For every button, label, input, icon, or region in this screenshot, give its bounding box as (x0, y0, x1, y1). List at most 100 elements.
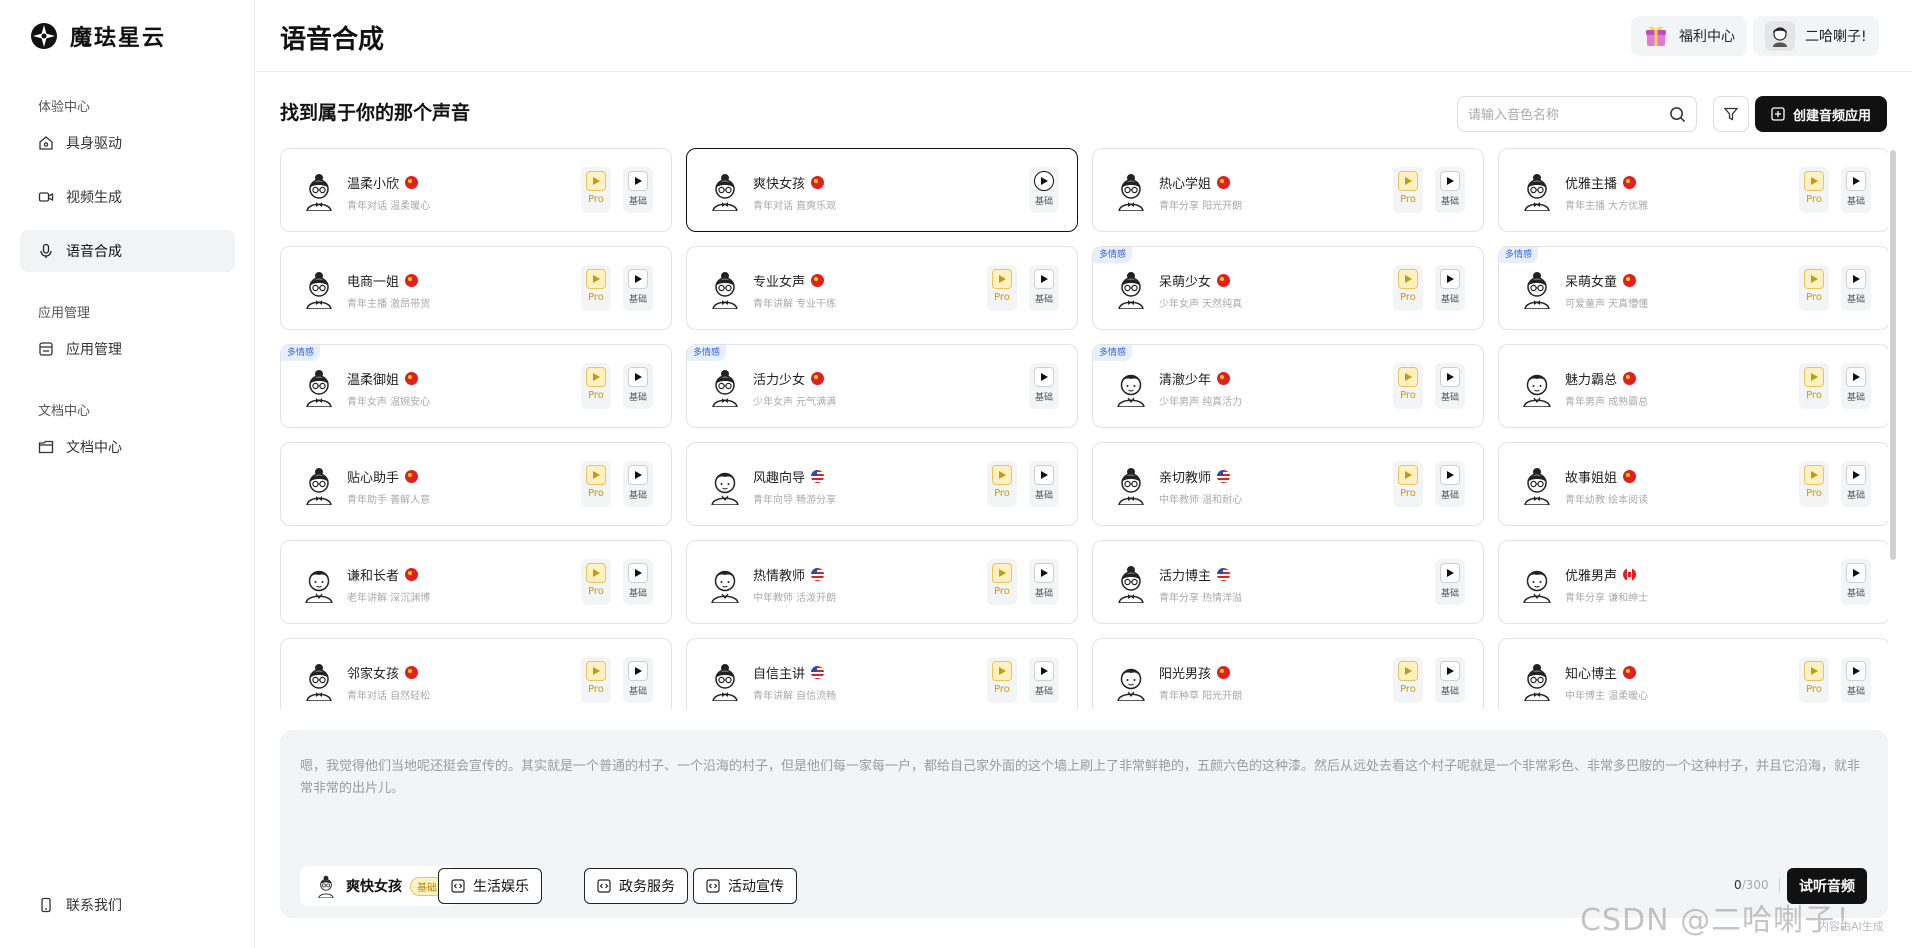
play-basic-button[interactable]: 基础 (623, 559, 653, 605)
play-basic-button[interactable]: 基础 (1029, 265, 1059, 311)
play-pro-button[interactable]: Pro (581, 657, 611, 703)
play-pro-button[interactable]: Pro (1393, 461, 1423, 507)
voice-card[interactable]: 热情教师 中年教师 活泼开朗 Pro 基础 (686, 540, 1078, 624)
play-pro-button[interactable]: Pro (1799, 265, 1829, 311)
play-pro-button[interactable]: Pro (1799, 363, 1829, 409)
play-basic-button[interactable]: 基础 (1841, 461, 1871, 507)
voice-card[interactable]: 亲切教师 中年教师 温和耐心 Pro 基础 (1092, 442, 1484, 526)
contact-us-label: 联系我们 (66, 898, 122, 914)
voice-card[interactable]: 专业女声 青年讲解 专业干练 Pro 基础 (686, 246, 1078, 330)
play-pro-button[interactable]: Pro (987, 265, 1017, 311)
scene-button-government[interactable]: 政务服务 (584, 868, 688, 904)
create-audio-app-button[interactable]: 创建音频应用 (1755, 96, 1887, 132)
play-basic-button[interactable]: 基础 (1029, 167, 1059, 213)
voice-card[interactable]: 多情感 温柔御姐 青年女声 温婉安心 Pro 基础 (280, 344, 672, 428)
play-pro-button[interactable]: Pro (581, 167, 611, 213)
play-pro-button[interactable]: Pro (987, 657, 1017, 703)
voice-card[interactable]: 阳光男孩 青年种草 阳光开朗 Pro 基础 (1092, 638, 1484, 710)
welfare-center-button[interactable]: 福利中心 (1631, 16, 1747, 56)
voice-card[interactable]: 活力博主 青年分享 热情洋溢 基础 (1092, 540, 1484, 624)
contact-us-link[interactable]: 联系我们 (38, 895, 122, 915)
play-basic-button[interactable]: 基础 (1435, 265, 1465, 311)
play-pro-button[interactable]: Pro (1393, 167, 1423, 213)
sidebar-item-video-generation[interactable]: 视频生成 (20, 176, 235, 218)
voice-grid-scroll[interactable]: 温柔小欣 青年对话 温柔暖心 Pro 基础 爽快女孩 青年对话 直爽乐观 基础 热心学姐 青年分… (280, 148, 1888, 710)
voice-grid-scrollbar[interactable] (1890, 150, 1896, 560)
play-basic-button[interactable]: 基础 (1841, 657, 1871, 703)
play-basic-button[interactable]: 基础 (1435, 461, 1465, 507)
user-profile-button[interactable]: 二哈喇子! (1753, 16, 1879, 56)
play-pro-button[interactable]: Pro (1799, 461, 1829, 507)
composer-text[interactable]: 嗯，我觉得他们当地呢还挺会宣传的。其实就是一个普通的村子、一个沿海的村子，但是他… (300, 756, 1870, 800)
play-basic-button[interactable]: 基础 (623, 461, 653, 507)
voice-card[interactable]: 谦和长者 老年讲解 深沉渊博 Pro 基础 (280, 540, 672, 624)
play-pro-button[interactable]: Pro (1799, 657, 1829, 703)
voice-card[interactable]: 多情感 呆萌女童 可爱童声 天真懵懂 Pro 基础 (1498, 246, 1888, 330)
voice-card[interactable]: 优雅男声 青年分享 谦和绅士 基础 (1498, 540, 1888, 624)
voice-name-row: 呆萌少女 (1159, 271, 1231, 290)
sidebar-item-embodied-drive[interactable]: 具身驱动 (20, 122, 235, 164)
voice-card[interactable]: 温柔小欣 青年对话 温柔暖心 Pro 基础 (280, 148, 672, 232)
search-icon[interactable] (1669, 106, 1686, 123)
text-composer[interactable]: 嗯，我觉得他们当地呢还挺会宣传的。其实就是一个普通的村子、一个沿海的村子，但是他… (280, 730, 1888, 918)
sidebar-item-speech-synthesis[interactable]: 语音合成 (20, 230, 235, 272)
voice-card[interactable]: 知心博主 中年博主 温柔暖心 Pro 基础 (1498, 638, 1888, 710)
play-basic-button[interactable]: 基础 (623, 657, 653, 703)
create-audio-app-label: 创建音频应用 (1792, 108, 1871, 124)
play-basic-button[interactable]: 基础 (1029, 559, 1059, 605)
play-basic-button[interactable]: 基础 (1841, 167, 1871, 213)
play-icon (628, 563, 648, 583)
selected-voice-chip[interactable]: 爽快女孩 基础 (300, 866, 458, 906)
voice-search-input[interactable] (1468, 104, 1663, 126)
play-pro-button[interactable]: Pro (1393, 265, 1423, 311)
play-basic-button[interactable]: 基础 (1435, 167, 1465, 213)
play-basic-button[interactable]: 基础 (1435, 559, 1465, 605)
play-basic-button[interactable]: 基础 (623, 265, 653, 311)
play-pro-button[interactable]: Pro (1799, 167, 1829, 213)
play-basic-button[interactable]: 基础 (1841, 265, 1871, 311)
brand[interactable]: 魔珐星云 (30, 20, 166, 52)
play-pro-button[interactable]: Pro (581, 265, 611, 311)
sidebar-item-docs-center[interactable]: 文档中心 (20, 426, 235, 468)
voice-card[interactable]: 多情感 清澈少年 少年男声 纯真活力 Pro 基础 (1092, 344, 1484, 428)
play-pro-button[interactable]: Pro (1393, 363, 1423, 409)
voice-card[interactable]: 风趣向导 青年向导 畅游分享 Pro 基础 (686, 442, 1078, 526)
female-avatar-icon (1524, 664, 1550, 701)
play-icon (1846, 465, 1866, 485)
play-basic-button[interactable]: 基础 (1435, 657, 1465, 703)
play-icon (992, 465, 1012, 485)
play-pro-button[interactable]: Pro (987, 461, 1017, 507)
voice-name-row: 电商一姐 (347, 271, 419, 290)
play-basic-button[interactable]: 基础 (623, 363, 653, 409)
play-basic-button[interactable]: 基础 (1841, 559, 1871, 605)
voice-card[interactable]: 爽快女孩 青年对话 直爽乐观 基础 (686, 148, 1078, 232)
play-pro-button[interactable]: Pro (581, 363, 611, 409)
play-icon (1034, 171, 1054, 191)
voice-card[interactable]: 多情感 呆萌少女 少年女声 天然纯真 Pro 基础 (1092, 246, 1484, 330)
voice-card[interactable]: 贴心助手 青年助手 善解人意 Pro 基础 (280, 442, 672, 526)
play-pro-button[interactable]: Pro (581, 461, 611, 507)
filter-button[interactable] (1713, 96, 1749, 132)
voice-card[interactable]: 优雅主播 青年主播 大方优雅 Pro 基础 (1498, 148, 1888, 232)
play-basic-button[interactable]: 基础 (1029, 657, 1059, 703)
voice-card[interactable]: 自信主讲 青年讲解 自信流畅 Pro 基础 (686, 638, 1078, 710)
sidebar-item-app-management[interactable]: 应用管理 (20, 328, 235, 370)
play-pro-button[interactable]: Pro (1393, 657, 1423, 703)
scene-button-entertainment[interactable]: 生活娱乐 (438, 868, 542, 904)
play-pro-button[interactable]: Pro (987, 559, 1017, 605)
voice-card[interactable]: 电商一姐 青年主播 激昂带货 Pro 基础 (280, 246, 672, 330)
voice-card[interactable]: 多情感 活力少女 少年女声 元气满满 基础 (686, 344, 1078, 428)
play-basic-button[interactable]: 基础 (1029, 461, 1059, 507)
voice-card[interactable]: 邻家女孩 青年对话 自然轻松 Pro 基础 (280, 638, 672, 710)
play-pro-button[interactable]: Pro (581, 559, 611, 605)
voice-name: 魅力霸总 (1565, 373, 1618, 388)
scene-button-promotion[interactable]: 活动宣传 (693, 868, 797, 904)
play-basic-button[interactable]: 基础 (623, 167, 653, 213)
play-basic-button[interactable]: 基础 (1841, 363, 1871, 409)
user-name: 二哈喇子! (1805, 29, 1867, 45)
play-basic-button[interactable]: 基础 (1435, 363, 1465, 409)
voice-card[interactable]: 故事姐姐 青年幼教 绘本阅读 Pro 基础 (1498, 442, 1888, 526)
voice-card[interactable]: 魅力霸总 青年男声 成熟霸总 Pro 基础 (1498, 344, 1888, 428)
play-basic-button[interactable]: 基础 (1029, 363, 1059, 409)
voice-card[interactable]: 热心学姐 青年分享 阳光开朗 Pro 基础 (1092, 148, 1484, 232)
